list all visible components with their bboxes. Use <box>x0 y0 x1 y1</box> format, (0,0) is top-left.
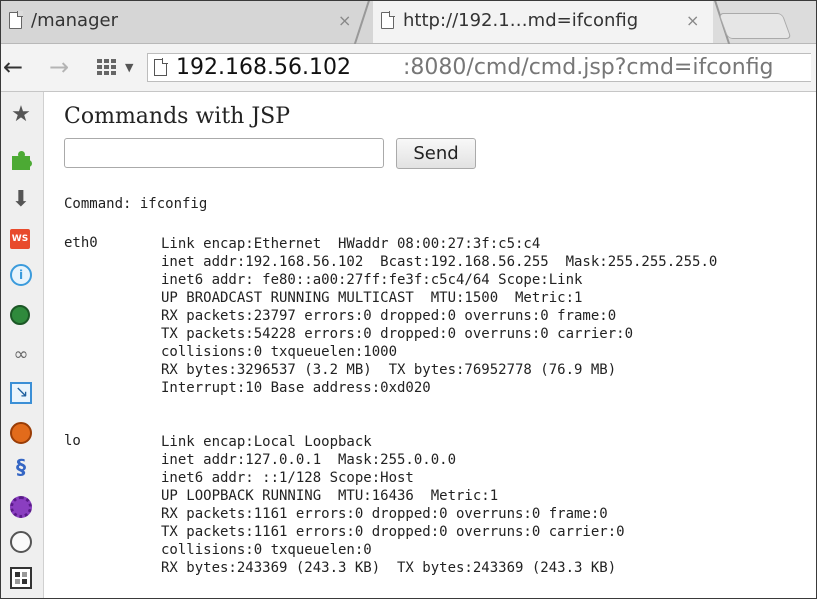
command-input[interactable] <box>64 138 384 168</box>
tab-manager[interactable]: /manager × <box>1 1 373 43</box>
ws-icon[interactable]: WS <box>10 229 30 249</box>
forward-arrow-icon[interactable]: → <box>49 52 69 82</box>
puzzle-icon[interactable] <box>10 150 32 172</box>
detail-line: RX packets:1161 errors:0 dropped:0 overr… <box>161 506 608 522</box>
info-bubble-icon[interactable]: i <box>10 264 32 286</box>
detail-line: Link encap:Ethernet HWaddr 08:00:27:3f:c… <box>161 236 541 252</box>
close-icon[interactable]: × <box>686 1 699 41</box>
tab-strip: /manager × http://192.1…md=ifconfig × <box>1 1 816 44</box>
detail-line: inet addr:192.168.56.102 Bcast:192.168.5… <box>161 254 718 270</box>
close-icon[interactable]: × <box>338 1 351 41</box>
star-icon[interactable]: ★ <box>10 104 32 126</box>
palette-icon[interactable] <box>10 531 32 553</box>
url-host: 192.168.56.102 <box>176 55 351 80</box>
tab-ifconfig[interactable]: http://192.1…md=ifconfig × <box>373 1 713 43</box>
detail-line: inet addr:127.0.0.1 Mask:255.0.0.0 <box>161 452 457 468</box>
interface-details: Link encap:Ethernet HWaddr 08:00:27:3f:c… <box>161 235 717 397</box>
page-content: Commands with JSP Send Command: ifconfig… <box>44 92 816 598</box>
detail-line: TX packets:1161 errors:0 dropped:0 overr… <box>161 524 625 540</box>
detail-line: UP LOOPBACK RUNNING MTU:16436 Metric:1 <box>161 488 499 504</box>
url-path: :8080/cmd/cmd.jsp?cmd=ifconfig <box>403 55 774 80</box>
detail-line: RX bytes:3296537 (3.2 MB) TX bytes:76952… <box>161 362 617 378</box>
orange-icon[interactable] <box>10 422 32 444</box>
apps-menu-icon[interactable]: ▼ <box>97 59 133 77</box>
detail-line: Interrupt:10 Base address:0xd020 <box>161 380 431 396</box>
interface-name: eth0 <box>64 235 98 251</box>
page-icon <box>9 11 23 29</box>
command-label: Command: ifconfig <box>64 196 208 212</box>
back-arrow-icon[interactable]: ← <box>3 52 23 82</box>
address-bar[interactable]: 192.168.56.102 :8080/cmd/cmd.jsp?cmd=ifc… <box>147 53 811 82</box>
links-icon[interactable]: ∞ <box>10 344 32 366</box>
purple-icon[interactable] <box>10 496 32 518</box>
toolbar: ← → ▼ 192.168.56.102 :8080/cmd/cmd.jsp?c… <box>1 44 816 92</box>
detail-line: RX bytes:243369 (243.3 KB) TX bytes:2433… <box>161 560 617 576</box>
detail-line: Link encap:Local Loopback <box>161 434 372 450</box>
detail-line: inet6 addr: ::1/128 Scope:Host <box>161 470 414 486</box>
detail-line: UP BROADCAST RUNNING MULTICAST MTU:1500 … <box>161 290 583 306</box>
detail-line: collisions:0 txqueuelen:0 <box>161 542 372 558</box>
detail-line: RX packets:23797 errors:0 dropped:0 over… <box>161 308 617 324</box>
detail-line: TX packets:54228 errors:0 dropped:0 over… <box>161 326 634 342</box>
download-icon[interactable]: ⬇ <box>10 189 32 211</box>
blue-s-icon[interactable]: § <box>10 456 32 478</box>
green-circle-icon[interactable] <box>10 305 30 325</box>
browser-window: /manager × http://192.1…md=ifconfig × ← … <box>0 0 817 599</box>
tab-title: /manager <box>31 10 118 31</box>
page-title: Commands with JSP <box>64 104 291 129</box>
tab-title: http://192.1…md=ifconfig <box>403 10 639 31</box>
page-icon <box>381 11 395 29</box>
new-tab-button[interactable] <box>718 13 792 39</box>
page-icon <box>154 58 168 76</box>
detail-line: inet6 addr: fe80::a00:27ff:fe3f:c5c4/64 … <box>161 272 583 288</box>
interface-details: Link encap:Local Loopback inet addr:127.… <box>161 433 625 577</box>
send-button[interactable]: Send <box>396 138 476 169</box>
detail-line: collisions:0 txqueuelen:1000 <box>161 344 398 360</box>
chevron-down-icon: ▼ <box>125 61 134 74</box>
grid-icon[interactable] <box>10 567 32 589</box>
extensions-sidebar: ★ ⬇ WS i ∞ § <box>1 92 44 598</box>
cursor-icon[interactable] <box>10 382 32 404</box>
interface-name: lo <box>64 433 81 449</box>
